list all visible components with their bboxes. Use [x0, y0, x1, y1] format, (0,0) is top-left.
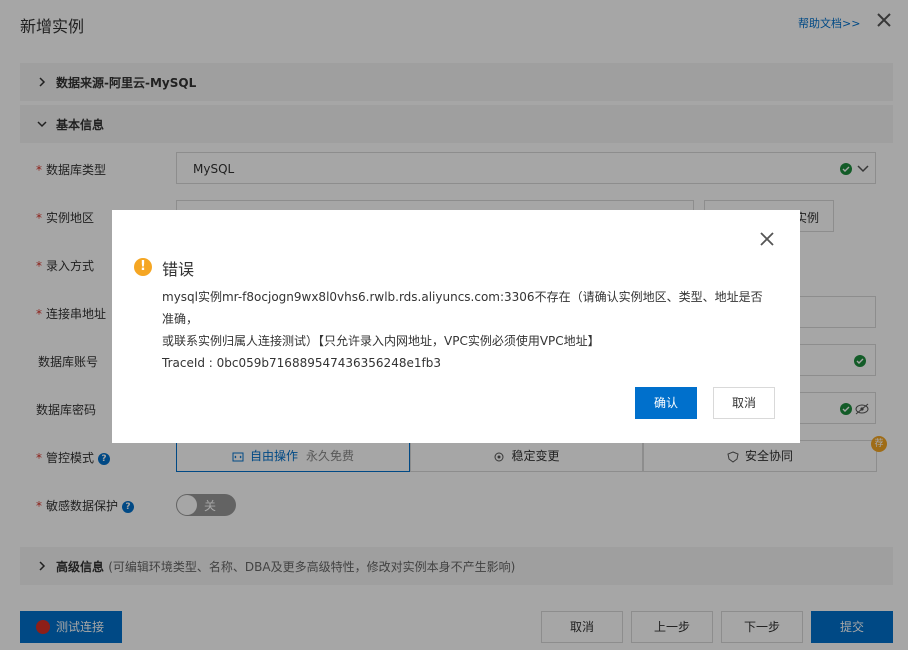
dialog-confirm-button[interactable]: 确认: [635, 387, 697, 419]
dialog-message-line: 或联系实例归属人连接测试）【只允许录入内网地址，VPC实例必须使用VPC地址】: [162, 334, 600, 348]
close-icon[interactable]: [758, 230, 776, 248]
dialog-message: mysql实例mr-f8ocjogn9wx8l0vhs6.rwlb.rds.al…: [162, 286, 772, 374]
warning-icon: !: [134, 258, 152, 276]
dialog-message-line: mysql实例mr-f8ocjogn9wx8l0vhs6.rwlb.rds.al…: [162, 290, 763, 326]
dialog-title: 错误: [162, 260, 195, 279]
dialog-cancel-button[interactable]: 取消: [713, 387, 775, 419]
trace-id: TraceId : 0bc059b716889547436356248e1fb3: [162, 356, 441, 370]
error-dialog: ! 错误 mysql实例mr-f8ocjogn9wx8l0vhs6.rwlb.r…: [112, 210, 800, 443]
